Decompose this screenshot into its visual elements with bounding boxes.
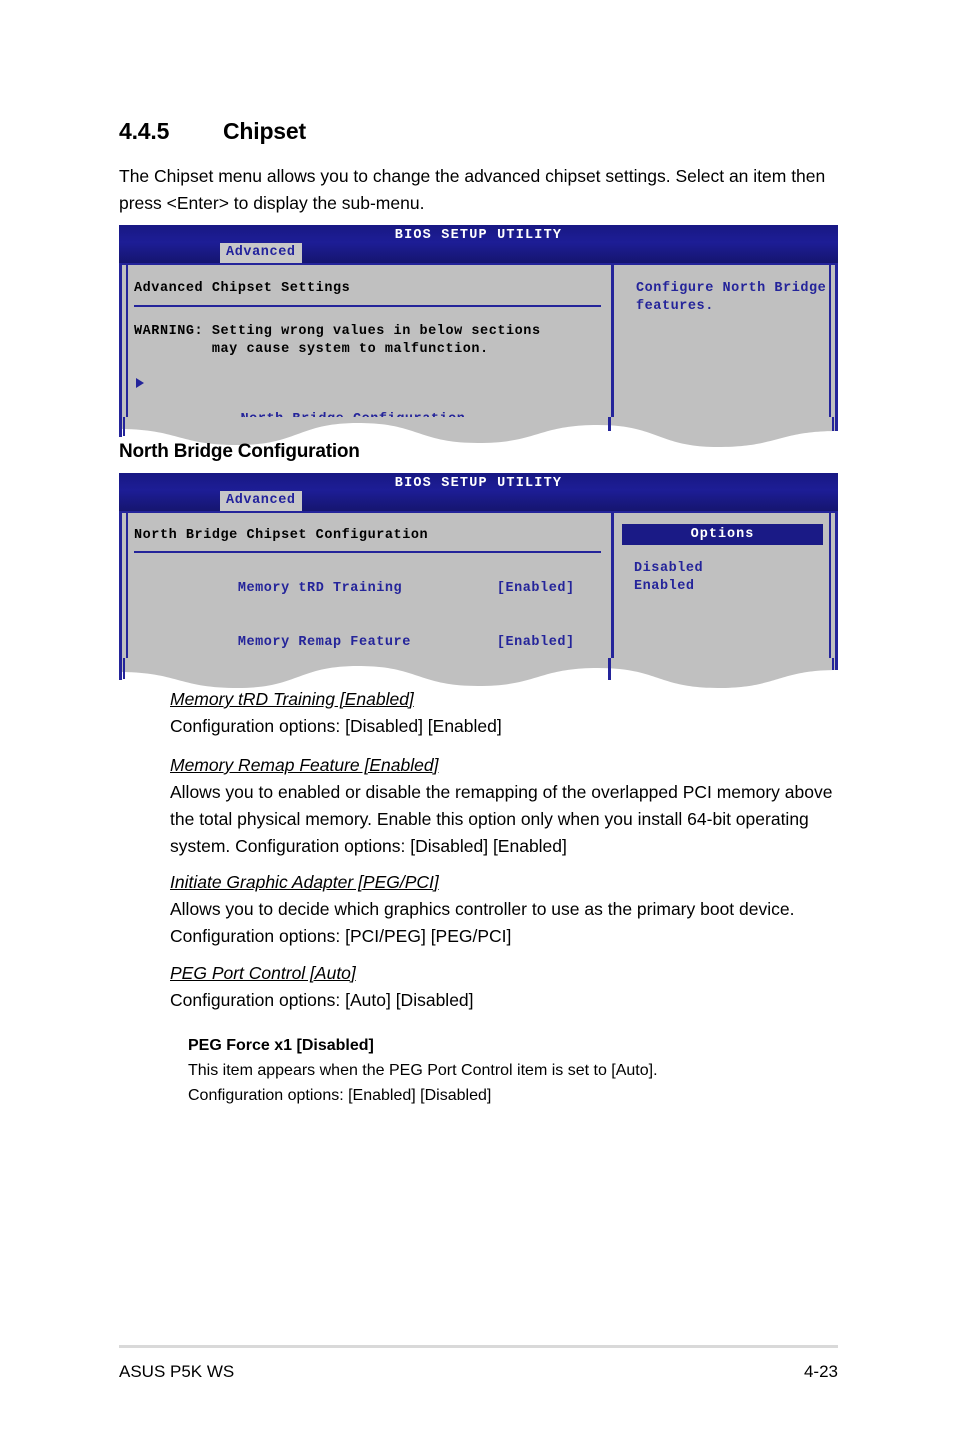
bios-setting-row[interactable]: Memory Remap Feature [Enabled] xyxy=(134,616,718,659)
page-title: 4.4.5 Chipset xyxy=(119,118,306,145)
bios-body-2: North Bridge Chipset Configuration Memor… xyxy=(119,511,838,659)
bios-menu-item-north-bridge[interactable]: North Bridge Configuration xyxy=(134,375,718,418)
bios-utility-title-2: BIOS SETUP UTILITY xyxy=(394,476,563,491)
note-block-peg-force-x1: PEG Force x1 [Disabled] This item appear… xyxy=(188,1033,838,1108)
section-intro-text: The Chipset menu allows you to change th… xyxy=(119,166,826,213)
description-block-memory-trd-training: Memory tRD Training [Enabled] Configurat… xyxy=(170,686,835,740)
footer-divider xyxy=(119,1345,838,1348)
bios-right-panel-1: Configure North Bridge features. xyxy=(622,265,827,316)
bios-utility-title-1: BIOS SETUP UTILITY xyxy=(394,228,563,243)
bios-body-1: Advanced Chipset Settings WARNING: Setti… xyxy=(119,263,838,418)
description-body: Allows you to decide which graphics cont… xyxy=(170,899,795,946)
bios-warning-line-2: may cause system to malfunction. xyxy=(134,342,489,357)
subsection-heading: North Bridge Configuration xyxy=(119,441,360,462)
note-line-2: Configuration options: [Enabled] [Disabl… xyxy=(188,1087,492,1104)
section-title: Chipset xyxy=(223,118,306,144)
footer-page-number: 4-23 xyxy=(803,1362,838,1381)
description-body: Allows you to enabled or disable the rem… xyxy=(170,782,833,856)
bios-setting-label: Memory tRD Training xyxy=(237,581,403,596)
bios-warning-line-1: WARNING: Setting wrong values in below s… xyxy=(134,324,541,339)
bios-section-rule-2 xyxy=(134,551,601,553)
bios-options-header: Options xyxy=(622,524,823,545)
description-block-peg-port-control: PEG Port Control [Auto] Configuration op… xyxy=(170,960,835,1014)
bios-titlebar-1: BIOS SETUP UTILITY Advanced xyxy=(119,225,838,263)
bios-tab-advanced-2[interactable]: Advanced xyxy=(220,491,302,511)
bios-setting-value: [Enabled] xyxy=(496,635,575,650)
description-heading: PEG Port Control [Auto] xyxy=(170,963,356,983)
bios-setting-label: Memory Remap Feature xyxy=(237,635,411,650)
document-page: 4.4.5 Chipset The Chipset menu allows you… xyxy=(0,0,954,1438)
bios-tab-advanced-1[interactable]: Advanced xyxy=(220,243,302,263)
triangle-right-icon xyxy=(136,378,144,388)
description-block-memory-remap-feature: Memory Remap Feature [Enabled] Allows yo… xyxy=(170,752,835,860)
bios-setting-value: [Enabled] xyxy=(496,581,575,596)
bios-titlebar-2: BIOS SETUP UTILITY Advanced xyxy=(119,473,838,511)
section-number: 4.4.5 xyxy=(119,118,170,144)
description-body: Configuration options: [Disabled] [Enabl… xyxy=(170,716,502,736)
footer-product-name: ASUS P5K WS xyxy=(119,1362,235,1381)
description-heading: Memory tRD Training [Enabled] xyxy=(170,689,414,709)
bios-help-text-1: Configure North Bridge features. xyxy=(636,281,827,314)
description-body: Configuration options: [Auto] [Disabled] xyxy=(170,990,474,1010)
bios-section-rule-1 xyxy=(134,305,601,307)
note-line-1: This item appears when the PEG Port Cont… xyxy=(188,1062,658,1079)
description-heading: Initiate Graphic Adapter [PEG/PCI] xyxy=(170,872,439,892)
description-heading: Memory Remap Feature [Enabled] xyxy=(170,755,439,775)
description-block-initiate-graphic-adapter: Initiate Graphic Adapter [PEG/PCI] Allow… xyxy=(170,869,835,950)
bios-screenshot-north-bridge: BIOS SETUP UTILITY Advanced North Bridge… xyxy=(119,473,838,692)
bios-screenshot-advanced-chipset: BIOS SETUP UTILITY Advanced Advanced Chi… xyxy=(119,225,838,451)
note-heading: PEG Force x1 [Disabled] xyxy=(188,1037,374,1054)
bios-option-item[interactable]: Enabled xyxy=(622,578,823,596)
bios-right-panel-2: Options Disabled Enabled xyxy=(622,513,823,596)
bios-option-item[interactable]: Disabled xyxy=(622,560,823,578)
